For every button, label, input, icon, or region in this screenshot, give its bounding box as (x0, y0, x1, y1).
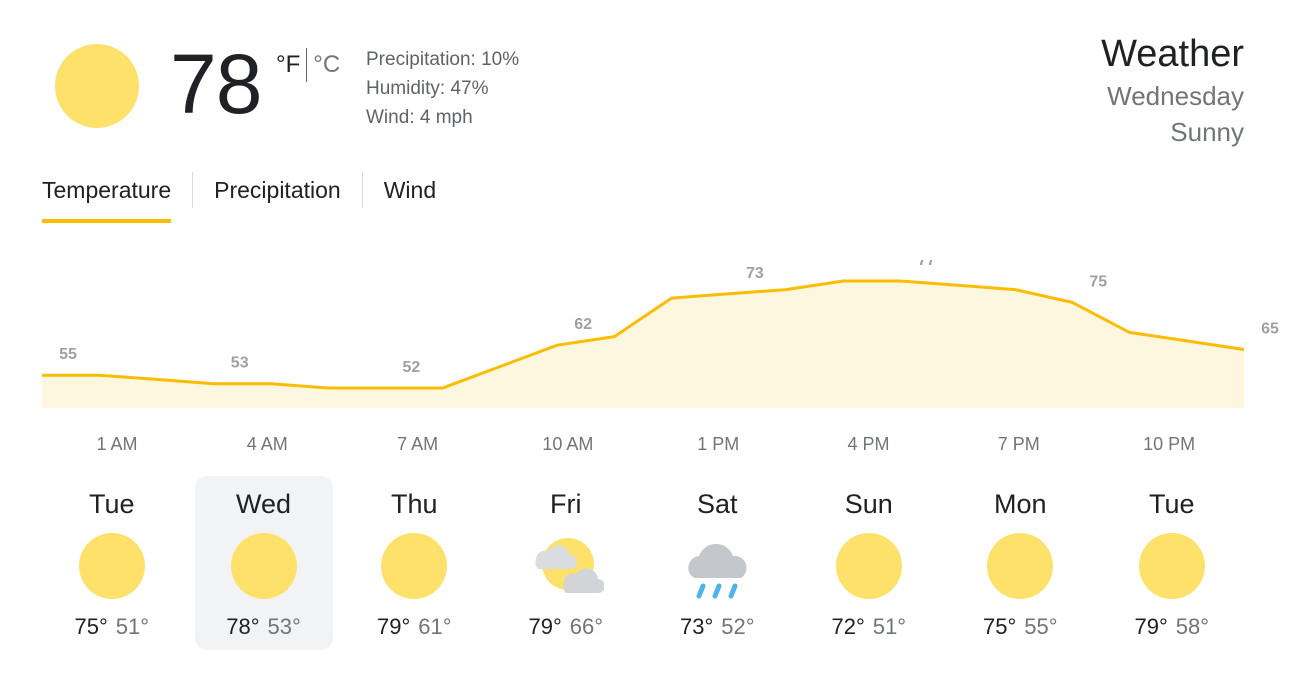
sun-icon (982, 528, 1058, 604)
current-condition: Sunny (1170, 117, 1244, 147)
forecast-temps: 75° 55° (945, 612, 1097, 642)
forecast-high: 79° (1134, 614, 1168, 639)
forecast-high: 79° (528, 614, 562, 639)
forecast-temps: 78° 53° (195, 612, 333, 642)
forecast-day[interactable]: Mon 75° 55° (945, 476, 1097, 650)
chart-tabs: Temperature Precipitation Wind (42, 172, 436, 223)
sun-icon (74, 528, 150, 604)
current-temperature: 78 (170, 37, 262, 131)
title-block: Weather Wednesday Sunny (1101, 30, 1244, 150)
tab-divider (361, 172, 363, 208)
chart-time-label: 4 AM (247, 434, 288, 454)
forecast-temps: 79° 66° (490, 612, 642, 642)
forecast-day-name: Tue (1148, 489, 1195, 519)
weather-details: Precipitation: 10% Humidity: 47% Wind: 4… (366, 45, 519, 132)
forecast-high: 79° (376, 614, 411, 639)
forecast-day-name: Tue (88, 489, 135, 519)
page-title: Weather (1101, 33, 1244, 75)
wind-text: Wind: 4 mph (366, 107, 473, 128)
forecast-temps: 75° 51° (36, 612, 188, 642)
forecast-day-name: Wed (235, 489, 292, 519)
partly-cloudy-icon (528, 528, 605, 604)
forecast-high: 78° (226, 614, 260, 639)
forecast-day[interactable]: Fri 79° 66° (490, 476, 642, 650)
forecast-temps: 72° 51° (793, 612, 945, 642)
forecast-high: 72° (831, 614, 865, 639)
chart-value-label: 55 (59, 346, 77, 363)
sun-icon (376, 528, 452, 604)
sun-icon (1134, 528, 1210, 604)
chart-time-label: 4 PM (847, 434, 889, 454)
forecast-day[interactable]: Wed 78° 53° (194, 476, 333, 650)
chart-value-label: 77 (918, 260, 936, 269)
forecast-day[interactable]: Sun 72° 51° (793, 476, 945, 650)
chart-value-label: 52 (403, 359, 421, 376)
precipitation-text: Precipitation: 10% (366, 49, 520, 70)
forecast-high: 75° (74, 614, 108, 639)
forecast-day-name: Sun (844, 489, 893, 519)
daily-forecast: Tue 75° 51° Wed 78° 53° Thu 79° 61° Fri 79° 66° Sat 7… (36, 476, 1248, 652)
forecast-low: 53° (267, 614, 301, 639)
tab-precipitation[interactable]: Precipitation (214, 172, 341, 208)
forecast-low: 66° (569, 614, 604, 639)
chart-value-label: 65 (1261, 321, 1279, 338)
forecast-day-name: Sat (696, 489, 738, 519)
forecast-high: 73° (679, 614, 714, 639)
temperature-chart[interactable]: 55 53 52 62 73 77 75 65 1 AM 4 AM 7 AM 10 AM 1 PM 4 P… (0, 260, 1292, 460)
sun-icon (55, 44, 139, 128)
temperature-chart-svg: 55 53 52 62 73 77 75 65 1 AM 4 AM 7 AM 10 AM 1 PM 4 P… (42, 260, 1279, 454)
fahrenheit-button[interactable]: °F (276, 48, 306, 82)
chart-time-label: 7 PM (998, 434, 1040, 454)
humidity-text: Humidity: 47% (366, 78, 489, 99)
forecast-low: 58° (1175, 614, 1210, 639)
forecast-temps: 73° 52° (642, 612, 794, 642)
chart-time-label: 10 PM (1143, 434, 1195, 454)
forecast-low: 61° (418, 614, 452, 639)
celsius-button[interactable]: °C (307, 48, 340, 82)
chart-value-label: 73 (746, 265, 764, 282)
forecast-low: 51° (115, 614, 150, 639)
forecast-high: 75° (982, 614, 1017, 639)
chart-time-label: 10 AM (542, 434, 593, 454)
forecast-day-name: Mon (993, 489, 1047, 519)
tab-temperature[interactable]: Temperature (42, 172, 172, 223)
forecast-low: 55° (1024, 614, 1058, 639)
forecast-day-name: Fri (550, 489, 582, 519)
forecast-temps: 79° 61° (339, 612, 491, 642)
chart-value-label: 53 (231, 355, 249, 372)
unit-toggle: °F °C (276, 48, 340, 82)
rain-icon (679, 528, 755, 604)
chart-time-label: 1 AM (96, 434, 137, 454)
forecast-temps: 79° 58° (1096, 612, 1248, 642)
tab-wind[interactable]: Wind (384, 172, 436, 208)
tab-divider (192, 172, 194, 208)
chart-value-label: 62 (574, 316, 592, 333)
forecast-day[interactable]: Thu 79° 61° (339, 476, 491, 650)
forecast-day-name: Thu (390, 489, 438, 519)
forecast-day[interactable]: Tue 75° 51° (36, 476, 188, 650)
chart-time-label: 1 PM (697, 434, 739, 454)
forecast-low: 52° (721, 614, 755, 639)
forecast-low: 51° (872, 614, 907, 639)
chart-time-label: 7 AM (397, 434, 438, 454)
forecast-day[interactable]: Sat 73° 52° (642, 476, 794, 650)
forecast-day[interactable]: Tue 79° 58° (1096, 476, 1248, 650)
sun-icon (831, 528, 907, 604)
chart-value-label: 75 (1089, 273, 1107, 290)
sun-icon (226, 528, 302, 604)
current-day: Wednesday (1107, 81, 1244, 111)
